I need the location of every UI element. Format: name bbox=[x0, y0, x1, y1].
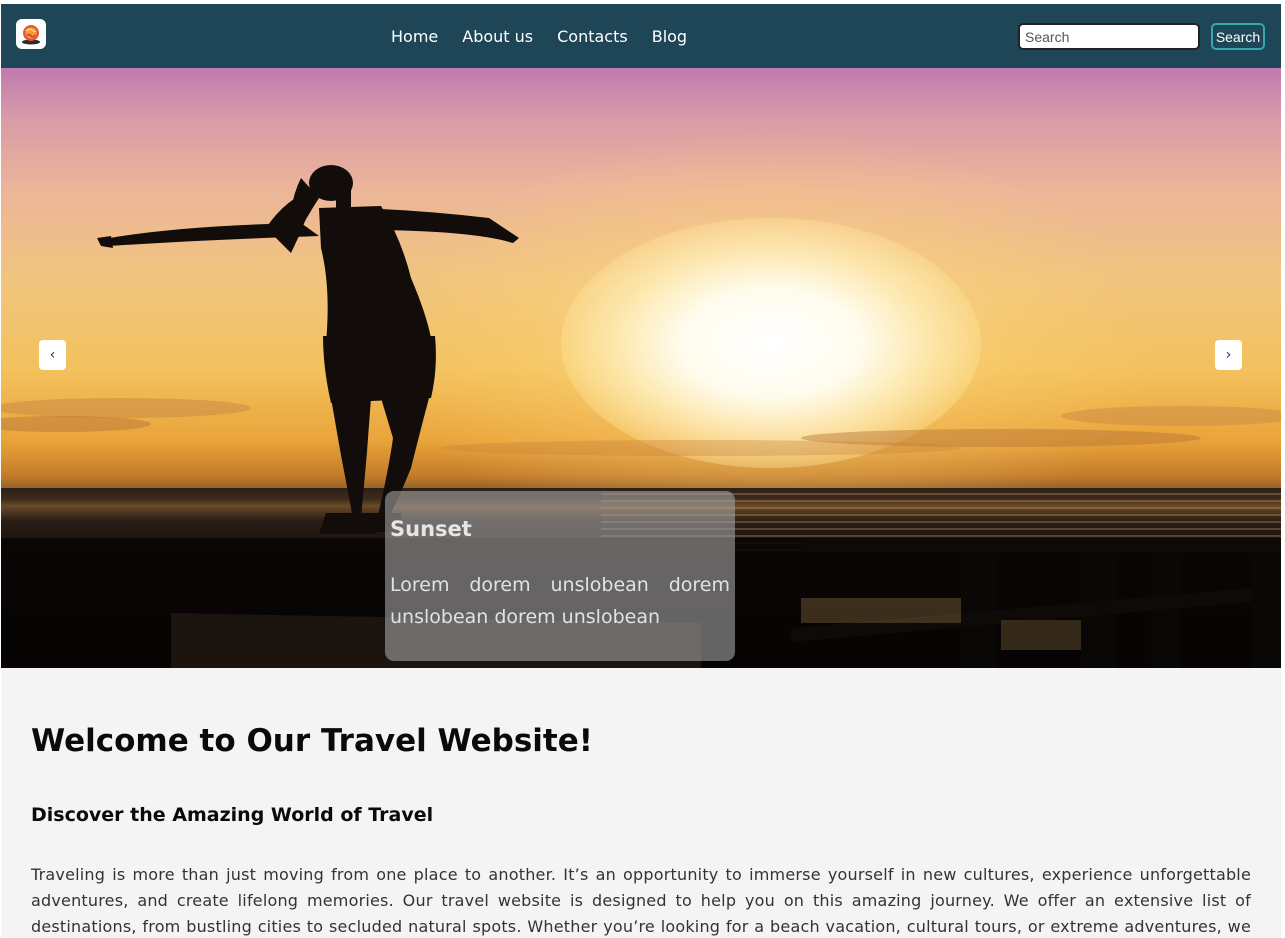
chevron-left-icon: ‹ bbox=[49, 347, 56, 363]
nav-links: Home About us Contacts Blog bbox=[391, 4, 711, 68]
nav-link-about-us[interactable]: About us bbox=[462, 27, 533, 46]
section-subtitle: Discover the Amazing World of Travel bbox=[31, 804, 434, 826]
carousel-prev-button[interactable]: ‹ bbox=[39, 340, 66, 370]
search-button[interactable]: Search bbox=[1211, 23, 1265, 50]
nav-link-home[interactable]: Home bbox=[391, 27, 438, 46]
carousel-caption: Sunset Lorem dorem unslobean dorem unslo… bbox=[385, 491, 735, 661]
carousel-next-button[interactable]: › bbox=[1215, 340, 1242, 370]
caption-title: Sunset bbox=[390, 517, 472, 541]
travel-globe-logo-icon bbox=[22, 25, 40, 45]
hero-carousel: ‹ › Sunset Lorem dorem unslobean dorem u… bbox=[1, 68, 1281, 668]
welcome-section: Welcome to Our Travel Website! Discover … bbox=[1, 668, 1281, 938]
chevron-right-icon: › bbox=[1225, 347, 1232, 363]
intro-paragraph: Traveling is more than just moving from … bbox=[31, 865, 1251, 936]
navbar: Home About us Contacts Blog Search bbox=[1, 4, 1281, 68]
caption-text: Lorem dorem unslobean dorem unslobean do… bbox=[390, 574, 730, 628]
site-logo[interactable] bbox=[16, 19, 46, 49]
page: Home About us Contacts Blog Search Searc… bbox=[1, 4, 1281, 938]
nav-link-blog[interactable]: Blog bbox=[652, 27, 687, 46]
page-title: Welcome to Our Travel Website! bbox=[31, 723, 593, 759]
search-input[interactable] bbox=[1018, 23, 1200, 50]
nav-link-contacts[interactable]: Contacts bbox=[557, 27, 628, 46]
